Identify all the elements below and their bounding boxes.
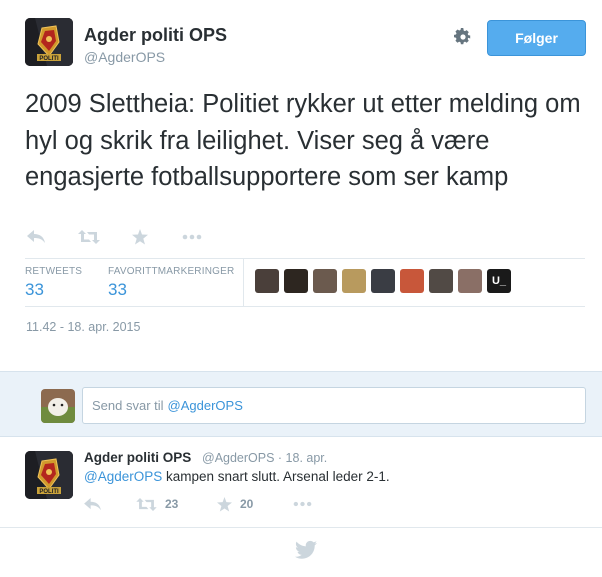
- reply-input[interactable]: Send svar til @AgderOPS: [82, 387, 586, 424]
- reply-placeholder-mention: @AgderOPS: [167, 398, 243, 413]
- favoriter-avatar[interactable]: [284, 269, 308, 293]
- twitter-bird-icon[interactable]: [295, 540, 317, 560]
- reply-placeholder: Send svar til: [92, 398, 164, 413]
- gear-icon[interactable]: [453, 27, 473, 47]
- favoriter-avatar[interactable]: U_: [487, 269, 511, 293]
- follow-button[interactable]: Følger: [487, 20, 586, 56]
- favoriter-avatar[interactable]: [429, 269, 453, 293]
- current-user-avatar: [41, 389, 75, 423]
- reply-tweet[interactable]: POLITI Agder politi OPS @AgderOPS · 18. …: [0, 438, 602, 528]
- retweet-icon[interactable]: 23: [136, 495, 178, 513]
- favoriter-avatar[interactable]: [371, 269, 395, 293]
- reply-body: kampen snart slutt. Arsenal leder 2-1.: [162, 469, 390, 484]
- favoriter-avatar[interactable]: [255, 269, 279, 293]
- stats-separator: [243, 259, 244, 306]
- svg-text:POLITI: POLITI: [39, 56, 59, 62]
- more-icon[interactable]: [293, 495, 312, 513]
- favoriter-avatar[interactable]: [342, 269, 366, 293]
- reply-favorite-count: 20: [240, 497, 254, 511]
- reply-retweet-count: 23: [165, 497, 179, 511]
- retweet-icon[interactable]: [78, 226, 100, 248]
- tweet-actions: [25, 226, 325, 248]
- favorites-label[interactable]: FAVORITTMARKERINGER: [108, 266, 234, 277]
- author-handle[interactable]: @AgderOPS: [84, 49, 165, 65]
- reply-mention[interactable]: @AgderOPS: [84, 469, 162, 484]
- favoriter-avatar[interactable]: [313, 269, 337, 293]
- tweet-timestamp[interactable]: 11.42 - 18. apr. 2015: [26, 320, 140, 334]
- police-badge-icon: POLITI: [25, 451, 73, 499]
- retweets-label[interactable]: RETWEETS: [25, 266, 82, 277]
- reply-author-avatar[interactable]: POLITI: [25, 451, 73, 499]
- tweet-text: 2009 Slettheia: Politiet rykker ut etter…: [25, 90, 581, 191]
- favoriter-avatar[interactable]: [400, 269, 424, 293]
- reply-composer: Send svar til @AgderOPS: [0, 371, 602, 437]
- reply-actions: 23 20: [84, 495, 344, 513]
- more-icon[interactable]: [182, 226, 202, 248]
- favorites-count[interactable]: 33: [108, 280, 127, 300]
- tweet-stats: RETWEETS 33 FAVORITTMARKERINGER 33 U_: [25, 259, 585, 306]
- svg-text:POLITI: POLITI: [39, 489, 59, 495]
- reply-icon[interactable]: [27, 226, 45, 248]
- author-avatar[interactable]: POLITI: [25, 18, 73, 66]
- favorite-icon[interactable]: [132, 226, 148, 248]
- favoriter-avatar[interactable]: [458, 269, 482, 293]
- reply-icon[interactable]: [84, 495, 101, 513]
- favorite-icon[interactable]: 20: [217, 495, 253, 513]
- retweets-count[interactable]: 33: [25, 280, 44, 300]
- reply-text: @AgderOPS kampen snart slutt. Arsenal le…: [84, 469, 390, 484]
- reply-meta[interactable]: @AgderOPS · 18. apr.: [202, 451, 327, 465]
- police-badge-icon: POLITI: [25, 18, 73, 66]
- author-name[interactable]: Agder politi OPS: [84, 25, 227, 46]
- tweet-header: POLITI Agder politi OPS @AgderOPS Følger: [25, 18, 586, 72]
- divider: [25, 306, 585, 307]
- reply-author-name[interactable]: Agder politi OPS: [84, 450, 191, 465]
